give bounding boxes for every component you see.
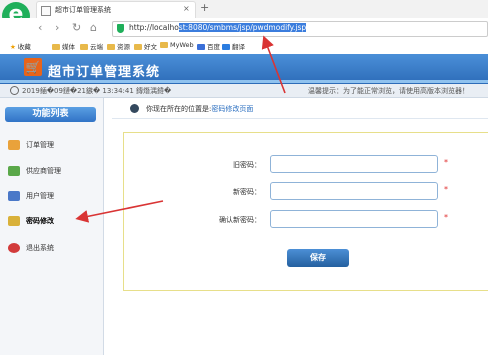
confirm-password-row: 确认新密码： * [124,210,488,230]
new-password-label: 新密码： [233,188,261,196]
folder-icon [52,44,60,50]
save-button[interactable]: 保存 [287,249,349,267]
translate-icon [222,44,230,50]
folder-icon [107,44,115,50]
bookmark-favorites[interactable]: ★ 收藏 [10,41,31,51]
folder-icon [134,44,142,50]
info-bar: 2019鍤�09鏈�21鏃� 13:34:41 鏄熸湡鍏� 温馨提示：为了能正常… [0,84,488,98]
bookmarks-bar: ★ 收藏 媒体 云端 资源 好文 MyWeb 百度 翻译 [0,38,488,55]
bookmark-label: 媒体 [62,43,75,51]
sidebar: 功能列表 订单管理 供应商管理 用户管理 密码修改 退出系统 [0,98,104,355]
breadcrumb: 你现在所在的位置是:密码修改页面 [112,101,488,119]
breadcrumb-prefix: 你现在所在的位置是: [146,105,212,113]
bookmark-translate[interactable]: 翻译 [222,41,245,51]
password-form: 旧密码： * 新密码： * 确认新密码： * 保存 [123,132,488,291]
bookmark-media[interactable]: 媒体 [52,41,75,51]
cart-icon: 🛒 [24,58,42,76]
tab-title: 超市订单管理系统 [55,6,111,14]
breadcrumb-current: 密码修改页面 [211,105,254,113]
header-divider [0,80,488,83]
app-title: 超市订单管理系统 [48,65,161,80]
refresh-icon[interactable]: ↻ [72,21,81,34]
required-mark: * [444,185,448,194]
bookmark-label: 资源 [117,43,130,51]
url-text[interactable]: http://localhost:8080/smbms/jsp/pwdmodif… [129,23,307,32]
order-icon [8,140,20,150]
sidebar-title: 功能列表 [5,107,96,122]
star-icon: ★ [10,43,16,51]
old-password-input[interactable] [270,155,438,173]
folder-icon [160,42,168,48]
bookmark-articles[interactable]: 好文 [134,41,157,51]
address-bar[interactable]: http://localhost:8080/smbms/jsp/pwdmodif… [112,21,488,37]
old-password-label: 旧密码： [233,161,261,169]
tab-close-icon[interactable]: × [183,4,190,13]
required-mark: * [444,213,448,222]
required-mark: * [444,158,448,167]
bookmark-label: 好文 [144,43,157,51]
url-prefix: http://localho [129,23,179,32]
datetime-text: 2019鍤�09鏈�21鏃� 13:34:41 鏄熸湡鍏� [22,87,172,95]
folder-icon [80,44,88,50]
home-nav-icon[interactable]: ⌂ [90,21,97,34]
exit-icon [8,243,20,253]
baidu-icon [197,44,205,50]
bookmark-label: 云端 [90,43,103,51]
notice-text: 温馨提示：为了能正常浏览，请使用高版本浏览器！ [308,87,469,95]
bookmark-baidu[interactable]: 百度 [197,41,220,51]
sidebar-item-label: 退出系统 [26,244,54,252]
new-password-row: 新密码： * [124,182,488,202]
confirm-password-label: 确认新密码： [219,216,261,224]
provider-icon [8,166,20,176]
clock-icon [10,86,19,95]
old-password-row: 旧密码： * [124,155,488,175]
sidebar-item-password[interactable]: 密码修改 [8,215,98,229]
forward-icon[interactable]: › [55,21,59,34]
user-icon [8,191,20,201]
sidebar-item-users[interactable]: 用户管理 [8,190,98,204]
url-selection: st:8080/smbms/jsp/pwdmodify.jsp [178,23,307,32]
home-icon [130,104,139,113]
bookmark-label: MyWeb [170,41,194,49]
sidebar-item-label: 密码修改 [26,217,54,225]
back-icon[interactable]: ‹ [38,21,42,34]
password-icon [8,216,20,226]
confirm-password-input[interactable] [270,210,438,228]
new-password-input[interactable] [270,182,438,200]
sidebar-item-label: 供应商管理 [26,167,61,175]
shield-icon [117,24,124,33]
sidebar-item-exit[interactable]: 退出系统 [8,242,98,256]
bookmark-label: 翻译 [232,43,245,51]
browser-toolbar: ‹ › ↻ ⌂ http://localhost:8080/smbms/jsp/… [0,18,488,39]
bookmark-resources[interactable]: 资源 [107,41,130,51]
bookmark-label: 百度 [207,43,220,51]
sidebar-item-label: 用户管理 [26,192,54,200]
breadcrumb-text: 你现在所在的位置是:密码修改页面 [146,104,253,114]
bookmark-label: 收藏 [17,43,31,51]
sidebar-item-providers[interactable]: 供应商管理 [8,165,98,179]
page-icon [41,6,51,16]
sidebar-item-orders[interactable]: 订单管理 [8,139,98,153]
new-tab-button[interactable]: + [200,1,209,14]
bookmark-myweb[interactable]: MyWeb [160,41,194,49]
browser-tab[interactable]: 超市订单管理系统 × [36,1,196,19]
bookmark-cloud[interactable]: 云端 [80,41,103,51]
sidebar-item-label: 订单管理 [26,141,54,149]
